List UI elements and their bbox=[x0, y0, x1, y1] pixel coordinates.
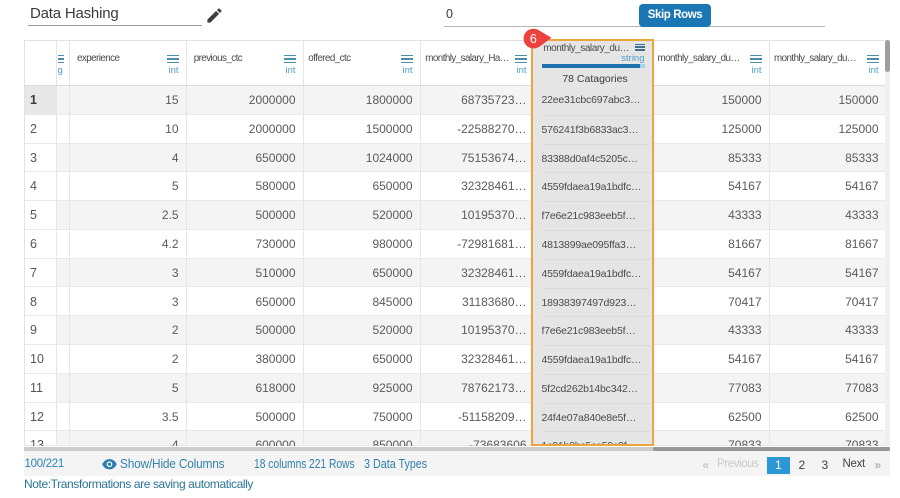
svg-text:6: 6 bbox=[530, 32, 537, 46]
